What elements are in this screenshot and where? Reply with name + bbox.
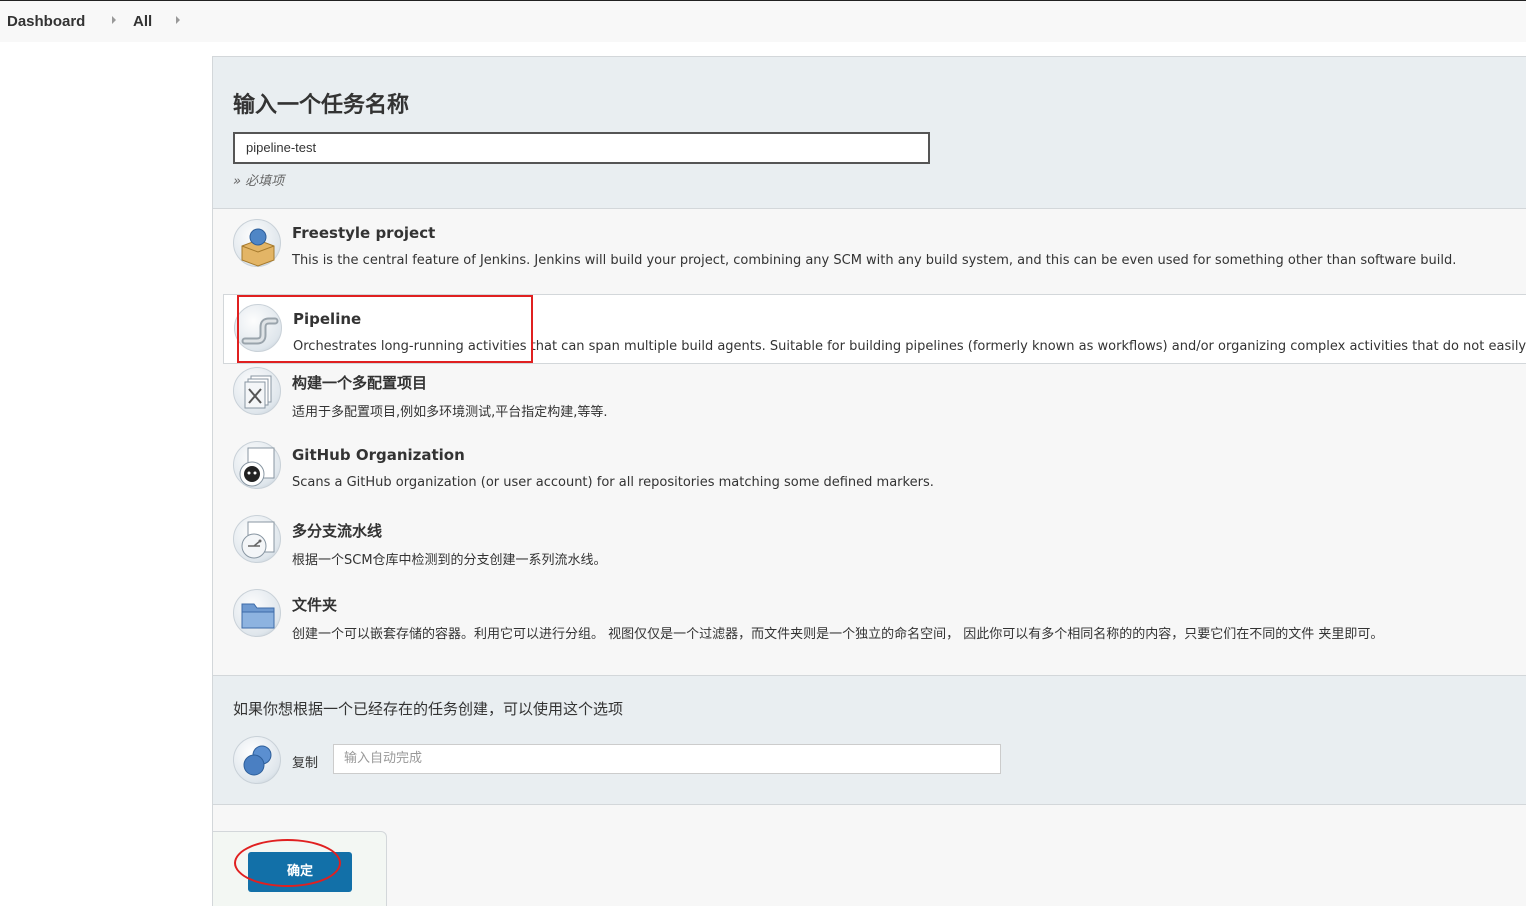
folder-icon [233,589,281,637]
new-item-panel: 输入一个任务名称 pipeline-test » 必填项 Freestyle p… [212,56,1526,906]
copy-icon [233,736,281,784]
ok-button[interactable]: 确定 [248,852,352,892]
breadcrumb-dashboard[interactable]: Dashboard [7,13,85,30]
item-name-input[interactable]: pipeline-test [233,132,930,164]
job-type-name: 文件夹 [292,596,338,614]
job-type-description: This is the central feature of Jenkins. … [292,253,1457,268]
job-type-name: 多分支流水线 [292,522,383,540]
job-type-pipeline[interactable]: Pipeline Orchestrates long-running activ… [223,294,1526,364]
copy-from-label: 如果你想根据一个已经存在的任务创建，可以使用这个选项 [233,700,624,718]
job-type-multi-configuration[interactable]: 构建一个多配置项目 适用于多配置项目,例如多环境测试,平台指定构建,等等. [223,357,1526,427]
job-type-description: Orchestrates long-running activities tha… [293,339,1526,354]
job-type-name: Freestyle project [292,224,436,242]
item-name-section: 输入一个任务名称 pipeline-test » 必填项 [213,57,1526,209]
breadcrumb-all[interactable]: All [133,13,152,30]
job-type-list: Freestyle project This is the central fe… [213,209,1526,675]
job-type-description: 适用于多配置项目,例如多环境测试,平台指定构建,等等. [292,405,608,420]
job-type-name: 构建一个多配置项目 [292,374,428,392]
job-type-description: 根据一个SCM仓库中检测到的分支创建一系列流水线。 [292,553,607,568]
required-hint: » 必填项 [233,174,285,189]
copy-from-section: 如果你想根据一个已经存在的任务创建，可以使用这个选项 复制 输入自动完成 [213,675,1526,805]
github-icon [233,441,281,489]
freestyle-project-icon [233,219,281,267]
job-type-folder[interactable]: 文件夹 创建一个可以嵌套存储的容器。利用它可以进行分组。 视图仅仅是一个过滤器，… [223,579,1526,649]
multi-configuration-icon [233,367,281,415]
job-type-description: Scans a GitHub organization (or user acc… [292,475,934,490]
multibranch-pipeline-icon [233,515,281,563]
copy-word: 复制 [292,756,319,771]
job-type-github-organization[interactable]: GitHub Organization Scans a GitHub organ… [223,431,1526,501]
page-title: 输入一个任务名称 [233,93,410,118]
copy-from-input[interactable]: 输入自动完成 [333,744,1001,774]
job-type-name: GitHub Organization [292,446,465,464]
breadcrumb-separator-icon[interactable] [112,16,116,24]
footer-bar: 确定 [213,831,387,906]
job-type-freestyle[interactable]: Freestyle project This is the central fe… [223,209,1526,279]
job-type-description: 创建一个可以嵌套存储的容器。利用它可以进行分组。 视图仅仅是一个过滤器，而文件夹… [292,627,1384,642]
breadcrumb-separator-icon[interactable] [176,16,180,24]
job-type-name: Pipeline [293,310,362,328]
job-type-multibranch-pipeline[interactable]: 多分支流水线 根据一个SCM仓库中检测到的分支创建一系列流水线。 [223,505,1526,575]
pipeline-icon [234,304,282,352]
breadcrumb: Dashboard All [0,0,1526,42]
